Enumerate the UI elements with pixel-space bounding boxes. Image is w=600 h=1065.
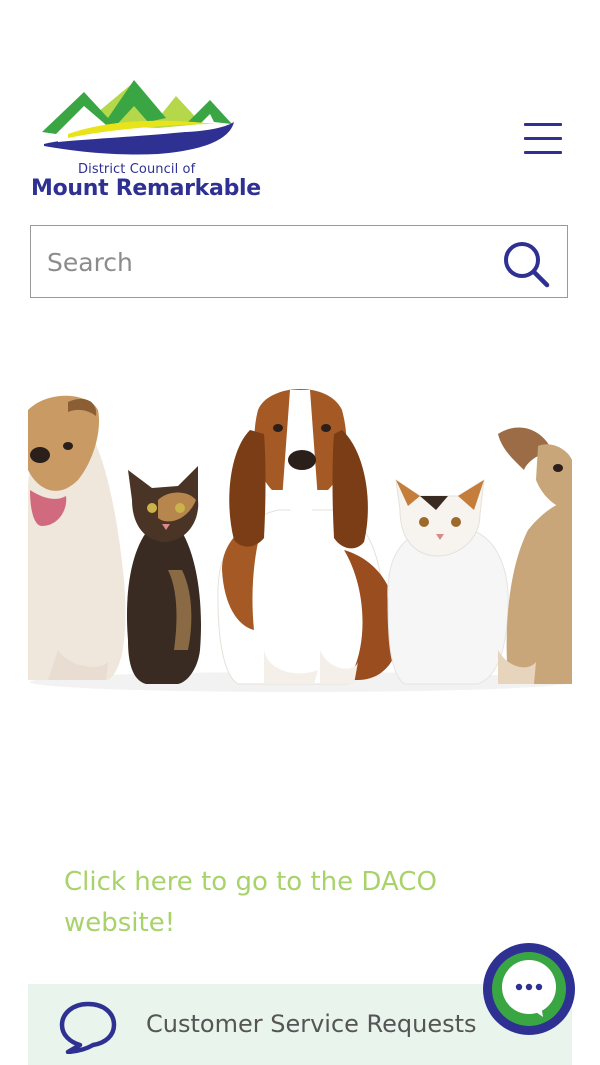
menu-bar — [524, 137, 562, 140]
logo-subtitle: District Council of — [78, 162, 196, 177]
search-button[interactable] — [501, 240, 553, 288]
menu-bar — [524, 151, 562, 154]
menu-bar — [524, 123, 562, 126]
pets-photo — [28, 388, 572, 692]
dog-right — [498, 427, 572, 684]
white-cat — [387, 478, 509, 685]
customer-service-requests-label: Customer Service Requests — [146, 1010, 477, 1038]
basset-hound — [217, 388, 399, 685]
chat-widget-button[interactable] — [483, 943, 575, 1035]
bulldog-left — [28, 395, 126, 680]
daco-website-link[interactable]: Click here to go to the DACO website! — [64, 862, 484, 944]
kitten-left — [126, 466, 202, 684]
mountains-logo-icon — [42, 80, 234, 155]
search-box — [30, 225, 568, 298]
council-logo[interactable]: District Council of Mount Remarkable — [28, 76, 261, 206]
speech-bubble-icon — [58, 998, 118, 1058]
page: District Council of Mount Remarkable Sea… — [0, 0, 600, 1065]
hero-pets-image — [28, 350, 572, 700]
chat-bubble-icon — [515, 983, 543, 1017]
search-icon — [504, 242, 550, 288]
logo-title: Mount Remarkable — [31, 176, 261, 201]
search-input[interactable] — [45, 240, 479, 284]
hamburger-menu-icon[interactable] — [522, 120, 564, 160]
